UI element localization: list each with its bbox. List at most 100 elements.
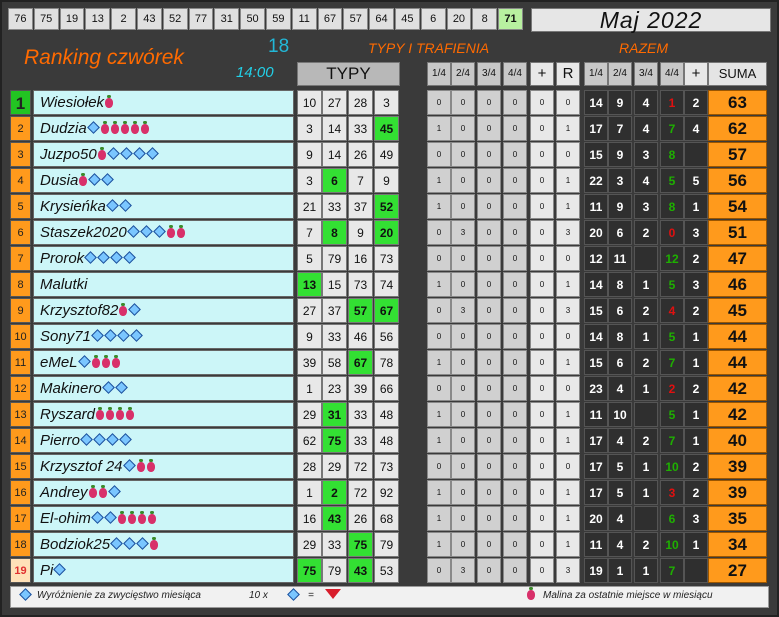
stat-cell: 0 (477, 246, 501, 271)
razem-cell: 2 (634, 220, 658, 245)
player-name: Ryszard (40, 406, 96, 423)
stat-cell: 0 (477, 350, 501, 375)
stat-cell: 0 (477, 454, 501, 479)
razem-cell: 5 (660, 324, 684, 349)
suma-cell: 35 (708, 506, 767, 531)
pick-cell: 46 (348, 324, 373, 349)
stat-cell: 0 (451, 402, 475, 427)
razem-cell: 6 (608, 220, 632, 245)
raspberry-icon (98, 485, 107, 498)
stat-cell: 0 (427, 90, 451, 115)
razem-header: 3/4 (634, 62, 658, 86)
razem-cell (684, 142, 708, 167)
player-name-cell: Prorok (33, 246, 294, 271)
razem-cell: 10 (608, 402, 632, 427)
raspberry-icon (111, 355, 120, 368)
diamond-icon (118, 199, 132, 212)
rank-cell: 16 (10, 480, 31, 505)
razem-cell: 1 (634, 376, 658, 401)
stat-cell: 0 (451, 272, 475, 297)
razem-cell: 4 (608, 428, 632, 453)
diamond-icon (80, 433, 93, 446)
drawn-number: 59 (265, 8, 291, 30)
diamond-icon (106, 147, 120, 160)
rank-cell: 17 (10, 506, 31, 531)
stat-cell: 0 (427, 298, 451, 323)
stat-cell: 0 (451, 350, 475, 375)
pick-cell: 9 (374, 168, 399, 193)
pick-cell: 75 (348, 532, 373, 557)
razem-header: 1/4 (584, 62, 608, 86)
player-name-cell: Krzysztof82 (33, 298, 294, 323)
player-name-cell: Malutki (33, 272, 294, 297)
pick-cell: 2 (322, 480, 347, 505)
stat-cell: 0 (503, 506, 527, 531)
razem-cell: 4 (608, 532, 632, 557)
player-name: Sony71 (40, 328, 91, 345)
razem-cell: 5 (660, 168, 684, 193)
razem-cell: 12 (584, 246, 608, 271)
pick-cell: 29 (297, 532, 322, 557)
stat-cell: 0 (477, 142, 501, 167)
legend-winner-text: Wyróżnienie za zwycięstwo miesiąca (37, 590, 201, 601)
pick-cell: 9 (297, 324, 322, 349)
raspberry-icon (119, 303, 128, 316)
stat-cell: 0 (477, 506, 501, 531)
stat-cell: 0 (556, 376, 580, 401)
diamond-icon (77, 355, 91, 368)
razem-cell: 0 (660, 220, 684, 245)
stat-cell: 0 (530, 506, 554, 531)
razem-cell: 1 (684, 324, 708, 349)
stat-cell: 0 (451, 376, 475, 401)
legend-count-text: 10 x (249, 590, 268, 601)
pick-cell: 58 (322, 350, 347, 375)
rank-cell: 5 (10, 194, 31, 219)
drawn-numbers-row: 76 75 19 13 2 43 52 77 31 50 59 11 67 57 64 45 6 20 8 71 (8, 8, 524, 30)
razem-cell: 11 (608, 246, 632, 271)
suma-cell: 47 (708, 246, 767, 271)
stat-cell: 0 (530, 376, 554, 401)
stat-cell: 0 (451, 246, 475, 271)
stat-cell: 0 (477, 90, 501, 115)
rank-cell: 15 (10, 454, 31, 479)
stat-cell: 0 (451, 116, 475, 141)
stat-cell: 0 (503, 194, 527, 219)
player-name: Krzysztof 24 (40, 458, 123, 475)
pick-cell: 78 (374, 350, 399, 375)
razem-cell: 3 (684, 506, 708, 531)
diamond-icon (101, 381, 115, 394)
pick-cell: 39 (297, 350, 322, 375)
stat-cell: 0 (530, 272, 554, 297)
pick-cell: 48 (374, 402, 399, 427)
pick-cell: 79 (322, 558, 347, 583)
stat-cell: 0 (503, 90, 527, 115)
razem-cell: 5 (608, 480, 632, 505)
player-name-cell: Sony71 (33, 324, 294, 349)
razem-cell: 17 (584, 480, 608, 505)
pick-cell: 62 (297, 428, 322, 453)
stat-cell: 0 (530, 298, 554, 323)
razem-cell: 4 (634, 116, 658, 141)
suma-cell: 39 (708, 454, 767, 479)
stat-cell: 0 (427, 220, 451, 245)
legend-footer: Wyróżnienie za zwycięstwo miesiąca 10 x … (10, 586, 769, 608)
pick-cell: 15 (322, 272, 347, 297)
player-name: Pi (40, 562, 54, 579)
razem-cell: 9 (608, 90, 632, 115)
diamond-icon (139, 225, 153, 238)
pick-cell: 7 (297, 220, 322, 245)
rank-cell: 14 (10, 428, 31, 453)
razem-cell: 4 (660, 298, 684, 323)
stat-cell: 1 (427, 168, 451, 193)
stat-header: 2/4 (451, 62, 475, 86)
raspberry-icon (176, 225, 185, 238)
raspberry-icon (120, 121, 129, 134)
razem-cell: 20 (584, 506, 608, 531)
stat-cell: 1 (556, 480, 580, 505)
rank-cell: 1 (10, 90, 31, 115)
razem-cell: 11 (584, 532, 608, 557)
pick-cell: 56 (374, 324, 399, 349)
stat-cell: 0 (477, 272, 501, 297)
player-name: Pierro (40, 432, 81, 449)
razem-cell: 1 (684, 428, 708, 453)
